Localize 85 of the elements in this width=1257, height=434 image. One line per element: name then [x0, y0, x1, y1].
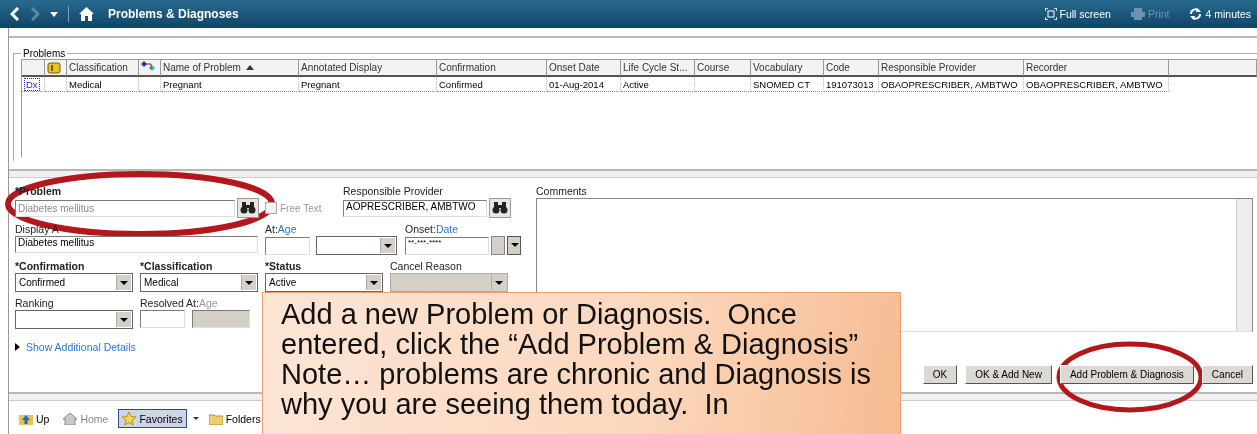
refresh-icon [1189, 8, 1203, 20]
column-header[interactable]: Code [824, 60, 879, 77]
table-cell: OBAOPRESCRIBER, AMBTWO [879, 77, 1024, 92]
calendar-dropdown[interactable] [507, 236, 521, 255]
toolbar-action[interactable]: 4 minutes [1189, 8, 1251, 20]
column-header[interactable]: Annotated Display [299, 60, 437, 77]
caret-icon[interactable] [50, 11, 58, 17]
column-header[interactable]: Responsible Provider [879, 60, 1024, 77]
column-header[interactable]: Course [695, 60, 751, 77]
age-field[interactable] [265, 236, 310, 255]
column-header[interactable]: Name of Problem [161, 60, 299, 77]
search-button[interactable] [489, 198, 511, 218]
dialog-button[interactable]: Cancel [1201, 365, 1253, 384]
table-cell: SNOMED CT [751, 77, 824, 92]
folder-bar-button[interactable]: Up [15, 409, 54, 428]
column-header[interactable] [22, 60, 45, 77]
binoculars-icon [240, 202, 256, 214]
field-label: Comments [536, 184, 588, 198]
folder-bar-button[interactable]: Folders [204, 409, 265, 428]
field-label: *Confirmation [15, 259, 86, 273]
field-label: *Classification [140, 259, 214, 273]
field-label: At: [265, 223, 278, 235]
column-header[interactable] [139, 60, 161, 77]
table-row[interactable]: Dx Medical Pregnant Pregnant Confirmed 01-Aug-2014 Active SNOMED CT 191073013 OBAOPRESCRIBER, AMBTWO OBAOPRESCRIBER, AMBTWO [22, 77, 1257, 92]
folder-icon [208, 412, 223, 425]
field-label: Ranking [15, 296, 55, 310]
table-cell: Confirmed [437, 77, 547, 92]
group-legend: Problems [21, 48, 68, 59]
date-link[interactable]: Date [435, 223, 459, 235]
dialog-button[interactable]: Add Problem & Diagnosis [1059, 365, 1194, 384]
unit-dropdown[interactable] [316, 236, 397, 255]
field-label: *Status [265, 259, 303, 273]
column-header[interactable]: Confirmation [437, 60, 547, 77]
table-cell [45, 77, 67, 92]
column-header[interactable]: Vocabulary [751, 60, 824, 77]
display-as-field[interactable]: Diabetes mellitus [15, 236, 258, 253]
column-header[interactable]: Life Cycle St... [621, 60, 695, 77]
table-cell: Medical [67, 77, 139, 92]
back-icon[interactable] [10, 7, 20, 21]
field-label: Resolved At: [140, 297, 199, 309]
table-cell: Pregnant [299, 77, 437, 92]
table-cell: Active [621, 77, 695, 92]
onset-date-field[interactable]: **-***-**** [405, 236, 489, 255]
column-header[interactable]: Recorder [1024, 60, 1169, 77]
page-title: Problems & Diagnoses [108, 7, 239, 21]
dropdown[interactable]: Confirmed [15, 273, 133, 292]
house-icon [63, 412, 78, 425]
table-cell [695, 77, 751, 92]
dropdown[interactable]: Medical [140, 273, 258, 292]
table-cell: Pregnant [161, 77, 299, 92]
fullscreen-icon [1044, 8, 1057, 20]
age-link[interactable]: Age [277, 223, 297, 235]
resolved-unit-field [192, 310, 250, 328]
search-button[interactable] [237, 198, 259, 218]
column-header[interactable]: Classification [67, 60, 139, 77]
field-label: Responsible Provider [343, 184, 444, 198]
dialog-button[interactable]: OK & Add New [965, 365, 1052, 384]
table-cell: 191073013 [824, 77, 879, 92]
ranking-dropdown[interactable] [15, 310, 133, 329]
sort-arrows-icon [141, 61, 155, 74]
problem-search-field[interactable]: Diabetes mellitus [15, 199, 235, 217]
field-label: Onset: [405, 223, 436, 235]
show-details-link[interactable]: Show Additional Details [15, 341, 136, 353]
table-cell [139, 77, 161, 92]
dialog-button[interactable]: OK [922, 365, 958, 384]
toolbar-action[interactable]: Full screen [1044, 8, 1111, 20]
splitter-bar[interactable] [9, 169, 1257, 178]
caret-icon[interactable] [192, 417, 199, 420]
table-cell: OBAOPRESCRIBER, AMBTWO [1024, 77, 1169, 92]
dropdown[interactable]: Active [265, 273, 383, 292]
folder-bar-button[interactable]: Favorites [118, 409, 187, 428]
home-icon[interactable] [79, 7, 94, 21]
checkbox-label: Free Text [280, 202, 322, 214]
note-tooltip: Add a new Problem or Diagnosis. Once entered, click the “Add Problem & Diagnosis” Note… problems are chronic and Diagnosis is why you are seeing them today. In [262, 292, 901, 434]
star-icon [122, 412, 137, 425]
column-header[interactable]: Onset Date [547, 60, 621, 77]
printer-icon [1130, 8, 1145, 20]
binoculars-icon [492, 202, 508, 214]
resolved-age-field[interactable] [140, 310, 185, 328]
table-cell: 01-Aug-2014 [547, 77, 621, 92]
provider-field[interactable]: AOPRESCRIBER, AMBTWO [343, 199, 487, 217]
field-label: Cancel Reason [390, 259, 463, 273]
column-header[interactable] [45, 60, 67, 77]
diagnosis-marker[interactable]: Dx [24, 77, 40, 91]
folder-up-icon [19, 412, 33, 425]
